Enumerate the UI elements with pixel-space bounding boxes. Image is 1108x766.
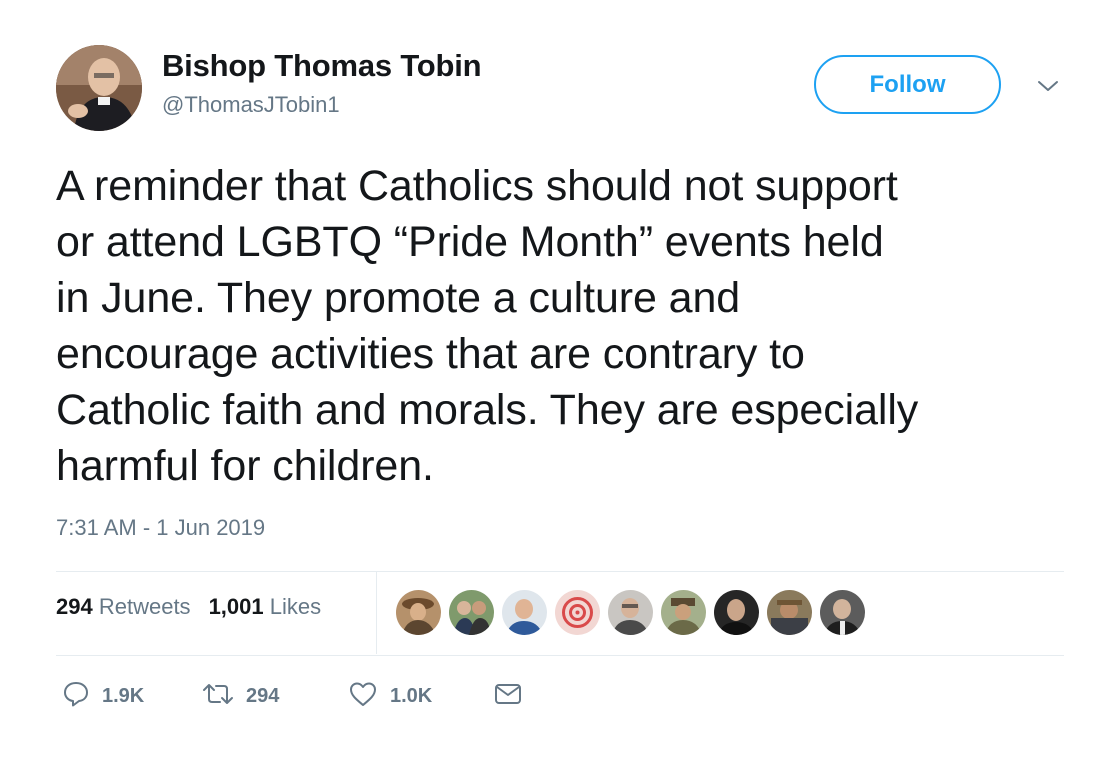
like-button[interactable]: 1.0K	[348, 678, 432, 714]
retweets-stat[interactable]: 294 Retweets	[56, 594, 191, 620]
liker-avatar[interactable]	[820, 590, 865, 635]
like-count: 1.0K	[390, 684, 433, 707]
liker-avatar[interactable]	[502, 590, 547, 635]
liker-avatar[interactable]	[555, 590, 600, 635]
liker-avatar[interactable]	[661, 590, 706, 635]
author-name[interactable]: Bishop Thomas Tobin	[162, 48, 482, 84]
stats-separator	[376, 572, 377, 654]
tweet-timestamp[interactable]: 7:31 AM - 1 Jun 2019	[56, 515, 265, 541]
likes-label: Likes	[269, 594, 322, 619]
retweet-icon	[202, 680, 234, 713]
retweets-label: Retweets	[98, 594, 191, 619]
liker-avatar[interactable]	[608, 590, 653, 635]
heart-icon	[348, 680, 378, 713]
chevron-down-icon[interactable]	[1036, 78, 1060, 94]
divider-bottom	[56, 655, 1064, 656]
tweet-text: A reminder that Catholics should not sup…	[56, 162, 919, 490]
liker-avatar[interactable]	[767, 590, 812, 635]
liker-avatar[interactable]	[396, 590, 441, 635]
retweet-count: 294	[246, 684, 280, 707]
tweet-stats: 294 Retweets 1,001 Likes	[56, 594, 321, 620]
author-handle[interactable]: @ThomasJTobin1	[162, 92, 340, 118]
liker-avatar[interactable]	[449, 590, 494, 635]
author-avatar[interactable]	[56, 45, 142, 131]
retweet-button[interactable]: 294	[202, 678, 279, 714]
likes-count: 1,001	[208, 594, 264, 619]
liker-avatar[interactable]	[714, 590, 759, 635]
divider-top	[56, 571, 1064, 572]
follow-button[interactable]: Follow	[814, 55, 1001, 114]
envelope-icon	[494, 681, 522, 712]
reply-count: 1.9K	[102, 684, 145, 707]
direct-message-button[interactable]	[494, 678, 522, 714]
reply-button[interactable]: 1.9K	[62, 678, 144, 714]
reply-icon	[62, 680, 90, 713]
retweets-count: 294	[56, 594, 93, 619]
likes-stat[interactable]: 1,001 Likes	[209, 594, 322, 620]
liker-avatars	[396, 590, 865, 635]
